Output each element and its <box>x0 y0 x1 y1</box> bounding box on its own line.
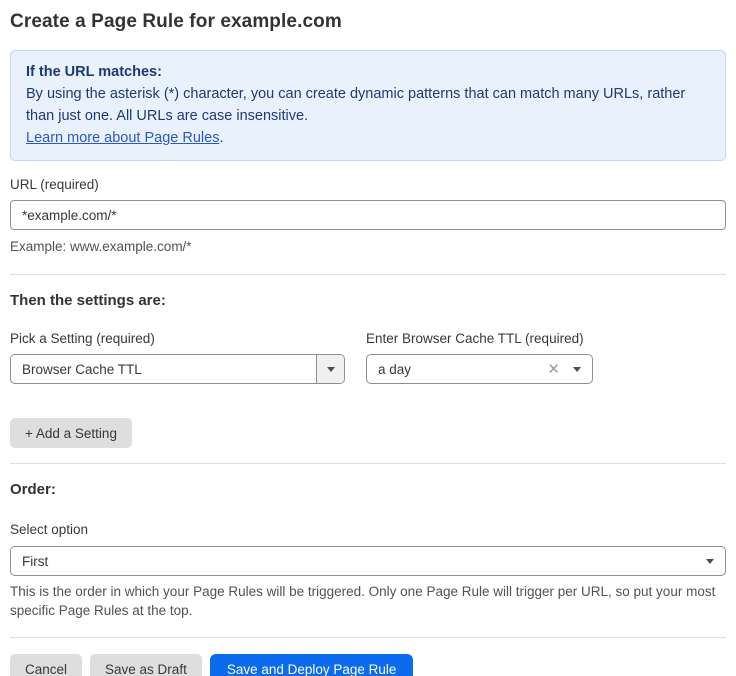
url-input[interactable] <box>10 200 726 230</box>
ttl-picker-group: Enter Browser Cache TTL (required) a day… <box>366 331 593 384</box>
url-match-info-box: If the URL matches: By using the asteris… <box>10 50 726 161</box>
order-section-heading: Order: <box>10 481 726 499</box>
order-select-label: Select option <box>10 522 726 538</box>
info-box-body: By using the asterisk (*) character, you… <box>26 83 710 127</box>
save-and-deploy-button[interactable]: Save and Deploy Page Rule <box>210 654 414 676</box>
ttl-picker-select[interactable]: a day ✕ <box>366 354 593 384</box>
setting-picker-group: Pick a Setting (required) Browser Cache … <box>10 331 345 384</box>
save-as-draft-button[interactable]: Save as Draft <box>90 654 202 676</box>
section-divider <box>10 463 726 464</box>
setting-picker-value: Browser Cache TTL <box>22 362 333 377</box>
learn-more-link[interactable]: Learn more about Page Rules <box>26 130 219 146</box>
info-box-link-line: Learn more about Page Rules. <box>26 127 710 149</box>
url-example-help: Example: www.example.com/* <box>10 237 726 256</box>
info-box-heading: If the URL matches: <box>26 61 710 83</box>
chevron-down-icon <box>573 367 581 372</box>
page-title: Create a Page Rule for example.com <box>10 8 726 36</box>
create-page-rule-panel: Create a Page Rule for example.com If th… <box>0 0 736 676</box>
settings-row: Pick a Setting (required) Browser Cache … <box>10 331 726 384</box>
setting-picker-select[interactable]: Browser Cache TTL <box>10 354 345 384</box>
add-setting-wrap: + Add a Setting <box>10 418 726 448</box>
url-field-label: URL (required) <box>10 177 726 193</box>
setting-picker-arrow-button[interactable] <box>316 355 344 383</box>
settings-section-heading: Then the settings are: <box>10 292 726 310</box>
ttl-picker-icons: ✕ <box>547 362 581 377</box>
setting-picker-label: Pick a Setting (required) <box>10 331 345 347</box>
order-select-value: First <box>22 554 706 569</box>
chevron-down-icon <box>706 559 714 564</box>
footer-actions: Cancel Save as Draft Save and Deploy Pag… <box>10 654 726 676</box>
ttl-picker-label: Enter Browser Cache TTL (required) <box>366 331 593 347</box>
add-setting-button[interactable]: + Add a Setting <box>10 418 132 448</box>
order-help-text: This is the order in which your Page Rul… <box>10 582 726 620</box>
section-divider <box>10 637 726 638</box>
link-suffix: . <box>219 130 223 146</box>
chevron-down-icon <box>327 367 335 372</box>
section-divider <box>10 274 726 275</box>
clear-icon[interactable]: ✕ <box>547 362 560 377</box>
cancel-button[interactable]: Cancel <box>10 654 82 676</box>
order-select[interactable]: First <box>10 546 726 576</box>
url-field-group: URL (required) Example: www.example.com/… <box>10 177 726 256</box>
ttl-picker-value: a day <box>378 362 539 377</box>
